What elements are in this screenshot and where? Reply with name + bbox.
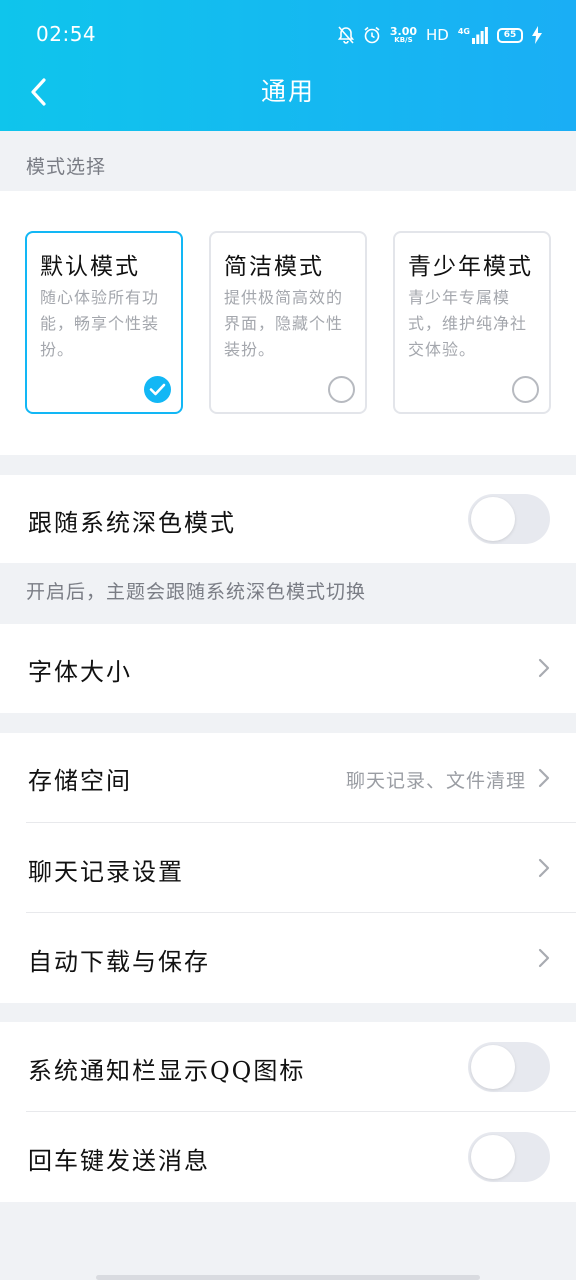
check-icon [144, 376, 171, 403]
status-time: 02:54 [36, 22, 97, 46]
hd-indicator: HD [426, 26, 449, 44]
status-icons: 3.00 KB/S HD 4G 65 [337, 22, 542, 48]
toggle-knob [471, 1045, 515, 1089]
signal-icon [472, 26, 488, 44]
bell-off-icon [337, 26, 354, 44]
mode-title: 简洁模式 [224, 254, 324, 280]
page-title: 通用 [260, 77, 315, 106]
enter-to-send-row[interactable]: 回车键发送消息 [0, 1112, 576, 1202]
mode-option-default[interactable]: 默认模式 随心体验所有功能，畅享个性装扮。 [25, 231, 183, 414]
mode-section-label: 模式选择 [26, 156, 107, 178]
charging-icon [532, 26, 542, 44]
mode-title: 默认模式 [40, 254, 140, 280]
chat-history-label: 聊天记录设置 [28, 858, 184, 886]
radio-icon [512, 376, 539, 403]
show-qq-icon-toggle[interactable] [468, 1042, 550, 1092]
chat-history-settings-row[interactable]: 聊天记录设置 [0, 823, 576, 913]
mode-description: 随心体验所有功能，畅享个性装扮。 [40, 288, 160, 359]
show-qq-icon-label: 系统通知栏显示QQ图标 [28, 1057, 306, 1085]
status-bar: 02:54 3.00 KB/S HD 4G 65 [0, 0, 576, 70]
dark-mode-row[interactable]: 跟随系统深色模式 [0, 475, 576, 563]
storage-label: 存储空间 [28, 767, 132, 795]
font-size-label: 字体大小 [28, 658, 132, 686]
enter-to-send-toggle[interactable] [468, 1132, 550, 1182]
mode-option-teen[interactable]: 青少年模式 青少年专属模式，维护纯净社交体验。 [393, 231, 551, 414]
chevron-right-icon [538, 658, 550, 678]
auto-download-label: 自动下载与保存 [28, 948, 210, 976]
header-bar: 02:54 3.00 KB/S HD 4G 65 通用 [0, 0, 576, 131]
dark-mode-label: 跟随系统深色模式 [28, 509, 236, 537]
enter-to-send-label: 回车键发送消息 [28, 1147, 210, 1175]
chevron-right-icon [538, 768, 550, 788]
mode-option-simple[interactable]: 简洁模式 提供极简高效的界面，隐藏个性装扮。 [209, 231, 367, 414]
battery-icon: 65 [497, 27, 523, 43]
network-speed: 3.00 KB/S [389, 25, 418, 44]
mode-selection-card: 默认模式 随心体验所有功能，畅享个性装扮。 简洁模式 提供极简高效的界面，隐藏个… [0, 191, 576, 455]
toggle-knob [471, 1135, 515, 1179]
font-size-row[interactable]: 字体大小 [0, 624, 576, 713]
auto-download-row[interactable]: 自动下载与保存 [0, 913, 576, 1003]
show-qq-icon-row[interactable]: 系统通知栏显示QQ图标 [0, 1022, 576, 1112]
home-indicator [96, 1275, 480, 1280]
storage-value: 聊天记录、文件清理 [345, 770, 526, 792]
mode-description: 青少年专属模式，维护纯净社交体验。 [408, 288, 528, 359]
mode-description: 提供极简高效的界面，隐藏个性装扮。 [224, 288, 344, 359]
mode-title: 青少年模式 [408, 254, 533, 280]
network-type: 4G [457, 26, 470, 36]
dark-mode-toggle[interactable] [468, 494, 550, 544]
toggle-knob [471, 497, 515, 541]
chevron-right-icon [538, 948, 550, 968]
radio-icon [328, 376, 355, 403]
alarm-icon [363, 26, 381, 44]
chevron-right-icon [538, 858, 550, 878]
storage-row[interactable]: 存储空间 聊天记录、文件清理 [0, 733, 576, 823]
dark-mode-hint: 开启后，主题会跟随系统深色模式切换 [26, 581, 367, 603]
